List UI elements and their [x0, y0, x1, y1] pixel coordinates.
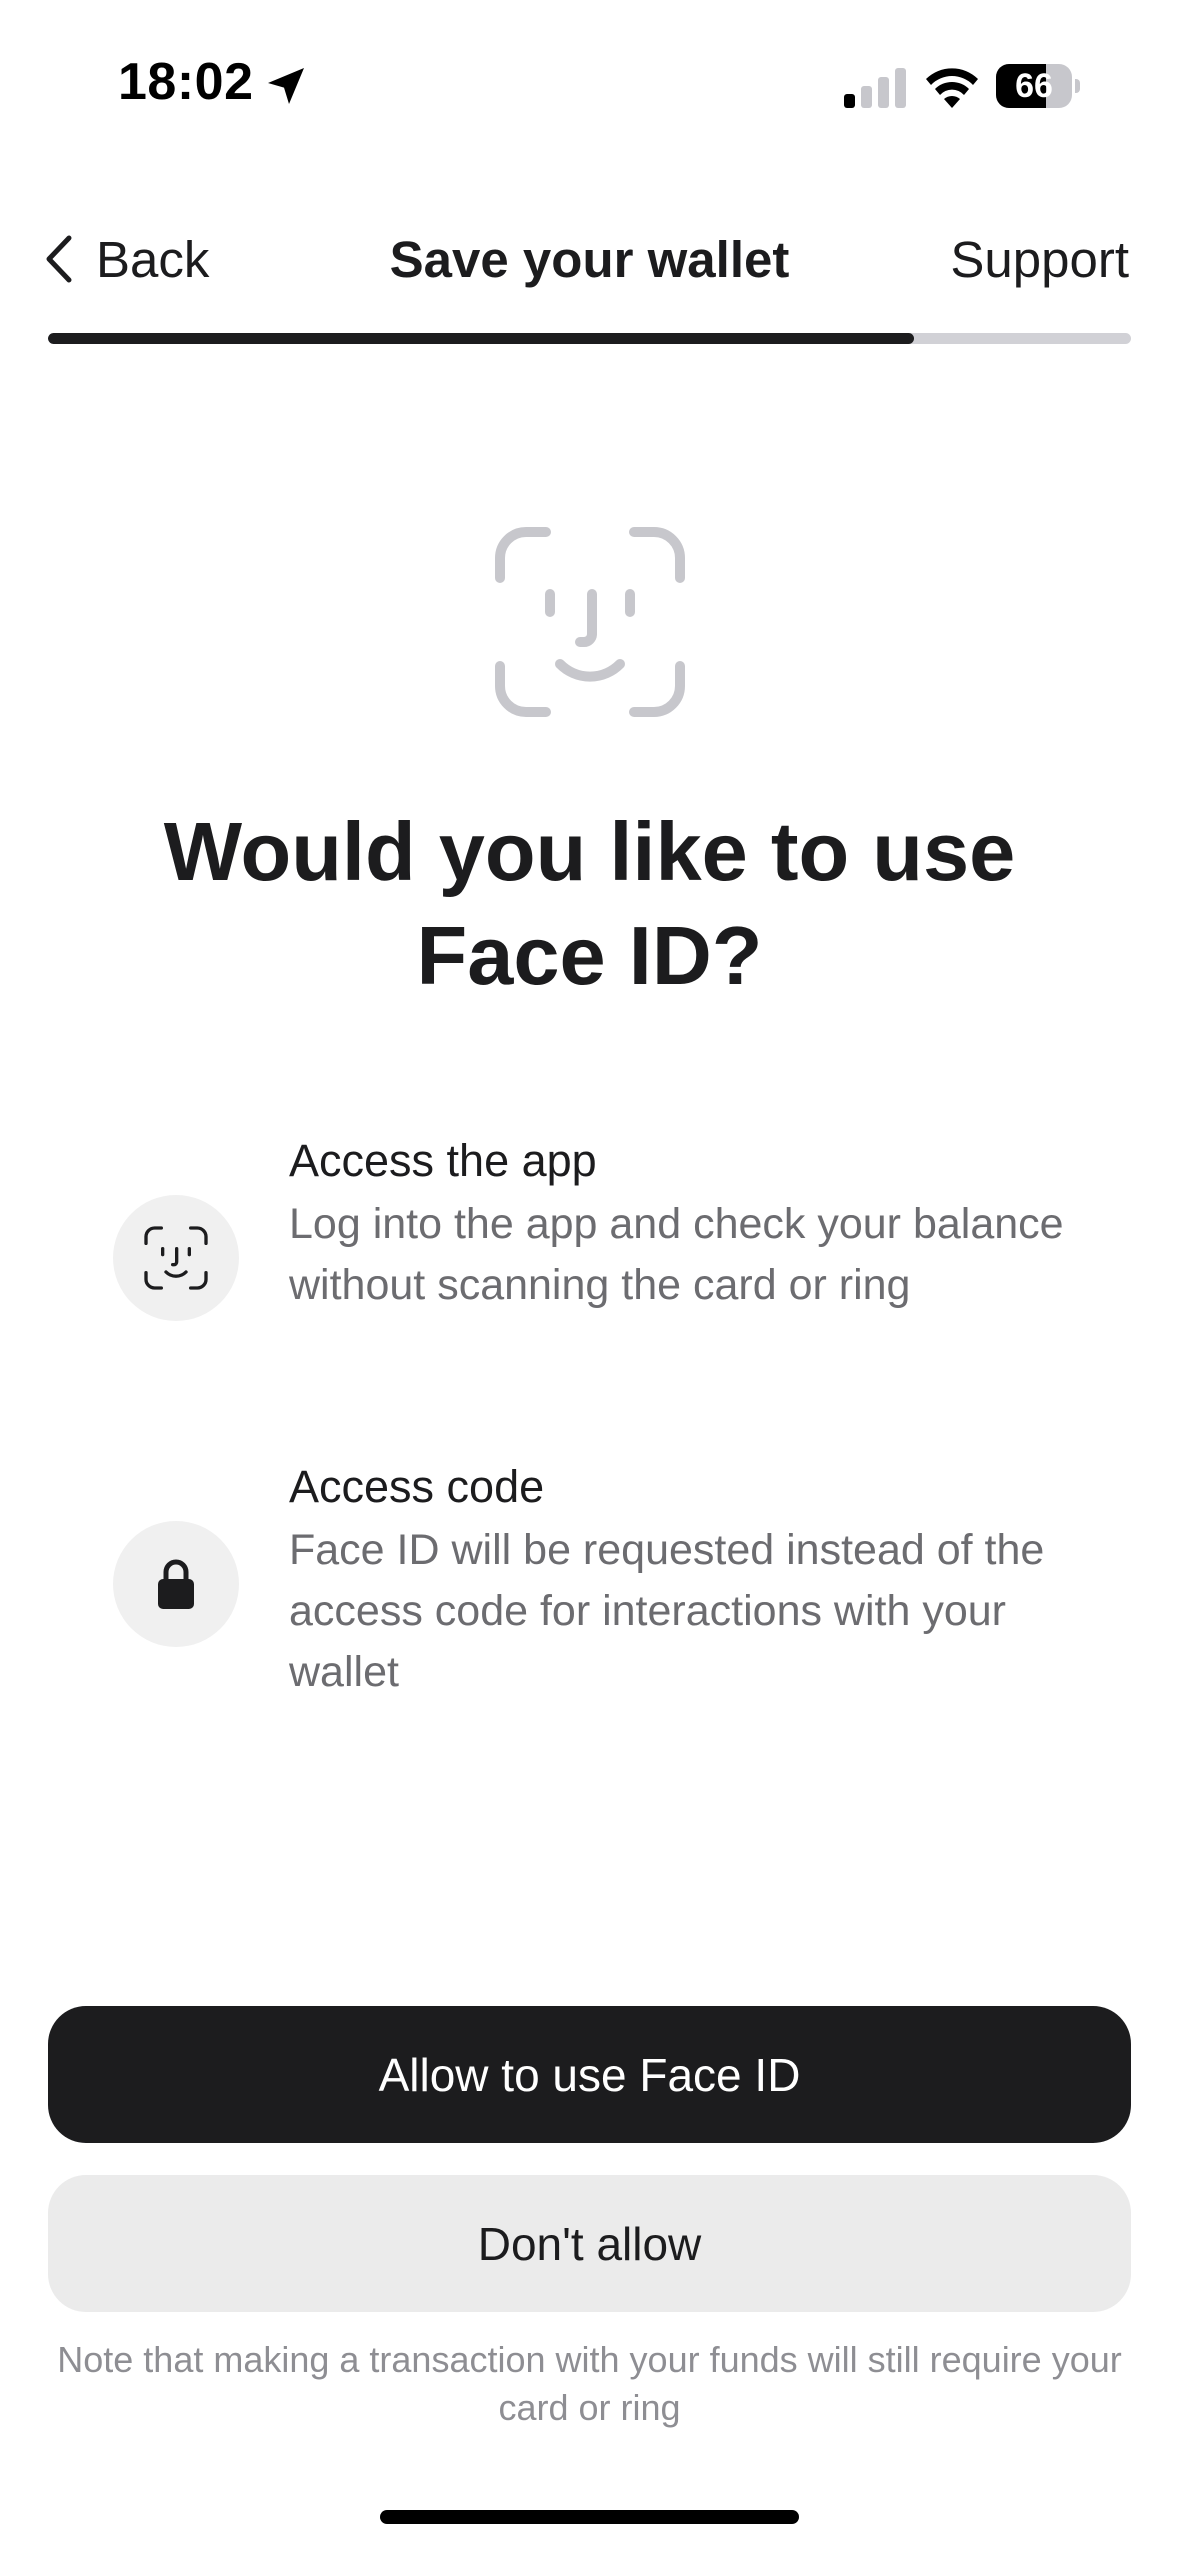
face-id-icon	[495, 527, 685, 717]
wifi-icon	[926, 68, 978, 108]
feature-icon-badge	[113, 1195, 239, 1321]
feature-description: Face ID will be requested instead of the…	[289, 1526, 1045, 1696]
navigation-bar: Save your wallet Back Support	[0, 210, 1179, 310]
cellular-signal-icon	[844, 68, 906, 108]
feature-title: Access code	[289, 1461, 545, 1512]
status-bar: 18:02 66	[0, 0, 1179, 170]
back-button[interactable]: Back	[44, 224, 209, 294]
progress-bar	[48, 333, 1131, 344]
back-label: Back	[96, 230, 210, 288]
status-time: 18:02	[118, 53, 254, 111]
headline: Would you like to use Face ID?	[163, 805, 1016, 1002]
support-link[interactable]: Support	[950, 230, 1129, 289]
signal-bar	[895, 68, 906, 108]
signal-bar	[878, 77, 889, 108]
lock-icon	[158, 1559, 194, 1609]
chevron-left-icon	[46, 235, 72, 283]
progress-fill	[48, 333, 915, 344]
location-arrow-icon	[268, 68, 304, 104]
signal-bar	[844, 94, 855, 108]
battery-icon: 66	[996, 64, 1080, 108]
footnote: Note that making a transaction with your…	[57, 2339, 1122, 2428]
dont-allow-button[interactable]: Don't allow	[48, 2175, 1131, 2312]
home-indicator[interactable]	[380, 2510, 799, 2524]
signal-bar	[861, 86, 872, 108]
feature-icon-badge	[113, 1521, 239, 1647]
battery-percent: 66	[1015, 67, 1053, 105]
allow-face-id-button[interactable]: Allow to use Face ID	[48, 2006, 1131, 2143]
face-id-icon	[144, 1226, 208, 1290]
feature-title: Access the app	[289, 1135, 597, 1186]
face-id-onboarding-screen: 18:02 66 Save your wallet Back Support W…	[0, 0, 1179, 2556]
feature-description: Log into the app and check your balance …	[289, 1200, 1064, 1309]
